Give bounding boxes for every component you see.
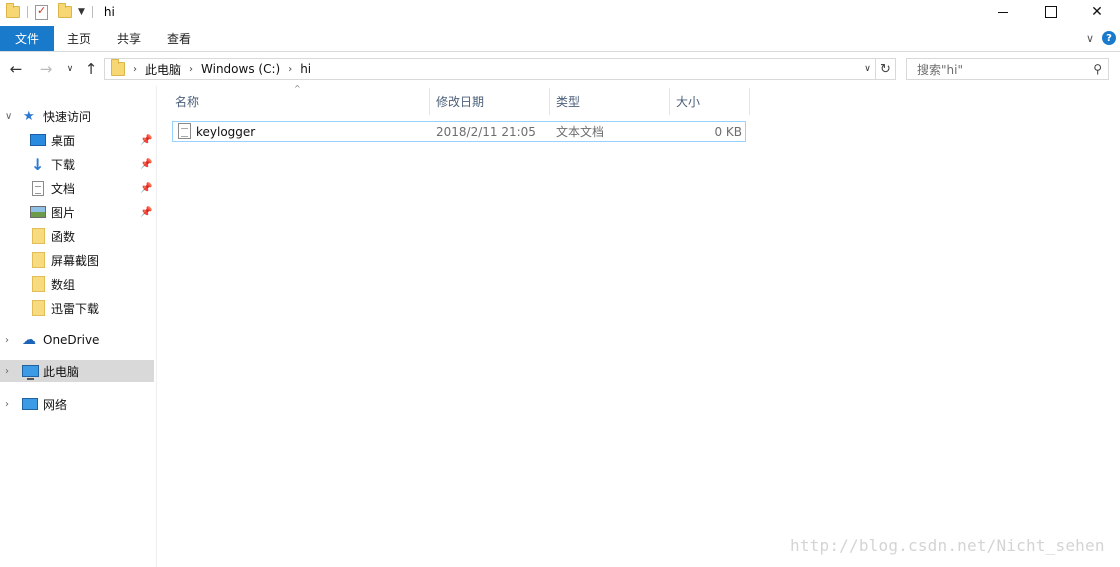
search-icon[interactable]: ⚲ bbox=[1093, 62, 1102, 76]
pin-icon[interactable]: 📌 bbox=[140, 183, 152, 194]
breadcrumb-separator[interactable]: › bbox=[189, 64, 193, 75]
search-placeholder: 搜索"hi" bbox=[917, 62, 963, 77]
nav-item-thunder-downloads[interactable]: 迅雷下载 bbox=[0, 297, 154, 319]
tab-share[interactable]: 共享 bbox=[104, 26, 154, 51]
forward-button[interactable]: → bbox=[36, 58, 56, 80]
collapsed-chevron-icon[interactable]: › bbox=[5, 366, 9, 377]
column-header-name[interactable]: 名称 bbox=[169, 88, 430, 115]
nav-this-pc[interactable]: › 此电脑 bbox=[0, 360, 154, 382]
folder-icon[interactable] bbox=[6, 3, 20, 18]
file-modified: 2018/2/11 21:05 bbox=[436, 124, 536, 139]
collapsed-chevron-icon[interactable]: › bbox=[5, 335, 9, 346]
close-button[interactable]: ✕ bbox=[1074, 0, 1120, 24]
nav-label: OneDrive bbox=[43, 333, 100, 347]
expanded-chevron-icon[interactable]: ∨ bbox=[5, 111, 12, 122]
window-title: hi bbox=[103, 5, 115, 19]
pictures-icon bbox=[30, 206, 46, 218]
nav-label: 网络 bbox=[43, 397, 68, 412]
collapsed-chevron-icon[interactable]: › bbox=[5, 399, 9, 410]
customize-toolbar-dropdown-icon[interactable]: ▼ bbox=[78, 7, 85, 17]
tab-file[interactable]: 文件 bbox=[0, 26, 54, 51]
nav-label: 数组 bbox=[51, 277, 76, 292]
new-folder-icon[interactable] bbox=[58, 3, 72, 18]
document-icon bbox=[32, 180, 44, 196]
nav-item-pictures[interactable]: 图片 📌 bbox=[0, 201, 154, 223]
nav-label: 此电脑 bbox=[43, 364, 80, 379]
column-label: 修改日期 bbox=[436, 95, 485, 109]
nav-item-desktop[interactable]: 桌面 📌 bbox=[0, 129, 154, 151]
nav-label: 屏幕截图 bbox=[51, 253, 100, 268]
folder-icon bbox=[32, 300, 45, 316]
text-file-icon bbox=[178, 123, 191, 139]
pin-icon[interactable]: 📌 bbox=[140, 207, 152, 218]
refresh-button[interactable]: ↻ bbox=[876, 58, 896, 80]
nav-label: 桌面 bbox=[51, 133, 76, 148]
pin-icon[interactable]: 📌 bbox=[140, 135, 152, 146]
nav-label: 文档 bbox=[51, 181, 76, 196]
up-button[interactable]: ↑ bbox=[81, 58, 101, 80]
column-header-size[interactable]: 大小 bbox=[670, 88, 750, 115]
network-icon bbox=[22, 398, 38, 410]
ribbon-tabs: 文件 主页 共享 查看 ∨ ? bbox=[0, 26, 1120, 52]
address-dropdown-icon[interactable]: ∨ bbox=[859, 59, 875, 79]
desktop-icon bbox=[30, 134, 46, 146]
expand-ribbon-icon[interactable]: ∨ bbox=[1086, 32, 1094, 45]
column-label: 类型 bbox=[556, 95, 581, 109]
nav-item-screenshots[interactable]: 屏幕截图 bbox=[0, 249, 154, 271]
toolbar-separator bbox=[27, 6, 28, 18]
folder-icon bbox=[32, 228, 45, 244]
nav-item-downloads[interactable]: ↓ 下载 📌 bbox=[0, 153, 154, 175]
nav-label: 快速访问 bbox=[43, 109, 92, 124]
breadcrumb-this-pc[interactable]: 此电脑 bbox=[145, 61, 181, 78]
nav-label: 图片 bbox=[51, 205, 76, 220]
nav-item-functions[interactable]: 函数 bbox=[0, 225, 154, 247]
watermark: http://blog.csdn.net/Nicht_sehen bbox=[790, 536, 1105, 555]
computer-icon bbox=[22, 365, 39, 380]
properties-icon[interactable] bbox=[35, 4, 48, 20]
column-label: 名称 bbox=[175, 95, 200, 109]
tab-view[interactable]: 查看 bbox=[154, 26, 204, 51]
column-header-modified[interactable]: 修改日期 bbox=[430, 88, 550, 115]
navigation-bar: ← → ∨ ↑ › 此电脑 › Windows (C:) › hi ∨ ↻ 搜索… bbox=[0, 56, 1120, 82]
nav-onedrive[interactable]: › ☁ OneDrive bbox=[0, 329, 154, 351]
column-header-type[interactable]: 类型 bbox=[550, 88, 670, 115]
nav-item-arrays[interactable]: 数组 bbox=[0, 273, 154, 295]
breadcrumb-separator[interactable]: › bbox=[133, 64, 137, 75]
nav-label: 迅雷下载 bbox=[51, 301, 100, 316]
pane-divider[interactable] bbox=[156, 86, 157, 567]
recent-locations-dropdown[interactable]: ∨ bbox=[63, 58, 77, 80]
title-bar: ▼ hi ✕ bbox=[0, 0, 1120, 24]
nav-label: 函数 bbox=[51, 229, 76, 244]
address-bar[interactable]: › 此电脑 › Windows (C:) › hi ∨ bbox=[104, 58, 876, 80]
nav-network[interactable]: › 网络 bbox=[0, 393, 154, 415]
pin-icon[interactable]: 📌 bbox=[140, 159, 152, 170]
back-button[interactable]: ← bbox=[6, 58, 26, 80]
tab-home[interactable]: 主页 bbox=[54, 26, 104, 51]
nav-quick-access[interactable]: ∨ ★ 快速访问 bbox=[0, 105, 154, 127]
file-type: 文本文档 bbox=[556, 125, 605, 139]
toolbar-separator bbox=[91, 6, 93, 18]
file-size: 0 KB bbox=[714, 124, 742, 139]
folder-icon bbox=[32, 252, 45, 268]
file-name: keylogger bbox=[196, 124, 256, 139]
folder-icon bbox=[111, 59, 125, 76]
column-label: 大小 bbox=[676, 95, 701, 109]
maximize-button[interactable] bbox=[1028, 0, 1074, 24]
nav-label: 下载 bbox=[51, 157, 76, 172]
search-input[interactable]: 搜索"hi" ⚲ bbox=[906, 58, 1109, 80]
breadcrumb-drive-c[interactable]: Windows (C:) bbox=[201, 62, 280, 76]
onedrive-cloud-icon: ☁ bbox=[22, 332, 36, 348]
breadcrumb-hi[interactable]: hi bbox=[300, 62, 311, 76]
breadcrumb-separator[interactable]: › bbox=[288, 64, 292, 75]
quick-access-toolbar: ▼ bbox=[0, 3, 96, 20]
download-icon: ↓ bbox=[31, 154, 45, 174]
nav-item-documents[interactable]: 文档 📌 bbox=[0, 177, 154, 199]
help-icon[interactable]: ? bbox=[1102, 31, 1116, 45]
star-icon: ★ bbox=[23, 108, 35, 124]
minimize-button[interactable] bbox=[980, 0, 1026, 24]
folder-icon bbox=[32, 276, 45, 292]
navigation-pane: ∨ ★ 快速访问 桌面 📌 ↓ 下载 📌 文档 📌 图片 📌 函数 屏幕截图 数… bbox=[0, 100, 156, 567]
file-row[interactable]: keylogger 2018/2/11 21:05 文本文档 0 KB bbox=[172, 121, 746, 142]
